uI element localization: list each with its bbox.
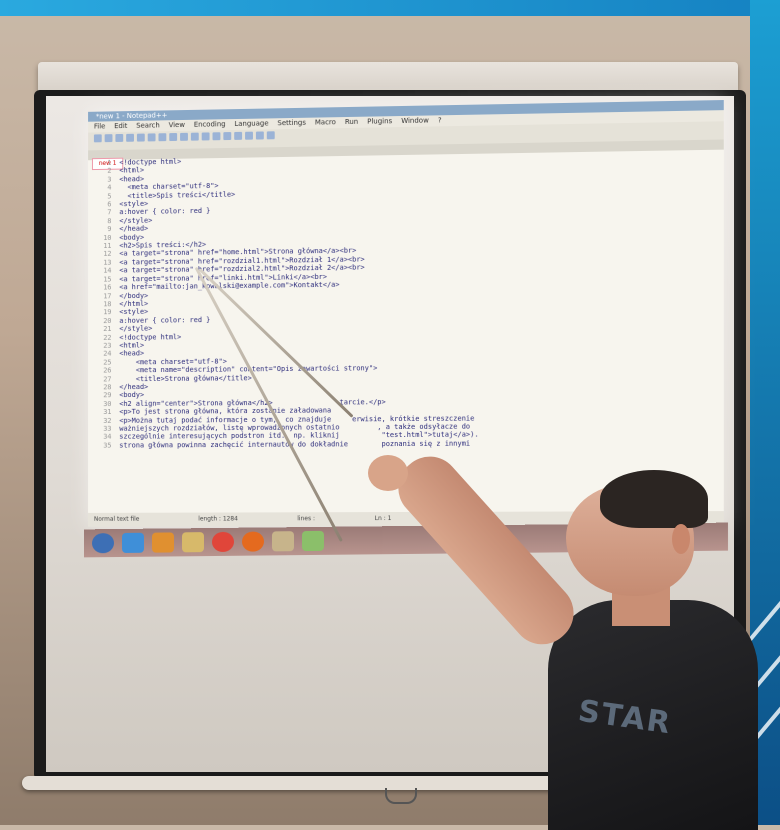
line-number: 19 <box>103 308 112 317</box>
code-text: <style> <box>119 308 149 317</box>
zoom-in-icon[interactable] <box>234 131 243 140</box>
menu-encoding[interactable]: Encoding <box>194 119 226 130</box>
line-number: 24 <box>103 350 112 359</box>
code-text: </body> <box>119 291 149 300</box>
menu-run[interactable]: Run <box>345 117 358 128</box>
open-file-icon[interactable] <box>104 134 113 143</box>
line-number: 25 <box>103 358 112 367</box>
find-icon[interactable] <box>212 132 221 141</box>
ie-icon[interactable] <box>122 532 144 553</box>
line-number: 26 <box>103 366 112 375</box>
menu-search[interactable]: Search <box>136 120 160 131</box>
code-text: <body> <box>119 233 145 242</box>
notepad-icon[interactable] <box>302 530 324 552</box>
code-text: strona główna powinna zachęcić internaut… <box>119 439 471 450</box>
menu-file[interactable]: File <box>94 121 105 132</box>
person-hand <box>368 455 408 491</box>
menu-settings[interactable]: Settings <box>277 118 305 129</box>
line-number: 32 <box>103 416 112 425</box>
line-number: 29 <box>103 391 112 400</box>
explorer-icon[interactable] <box>272 531 294 552</box>
code-text: </head> <box>119 382 149 392</box>
chrome-icon[interactable] <box>212 531 234 553</box>
line-number: 28 <box>103 383 112 392</box>
start-orb-icon[interactable] <box>92 533 114 554</box>
line-number: 34 <box>103 433 112 442</box>
line-number: 21 <box>103 325 112 334</box>
wall-top-border <box>0 0 780 16</box>
line-number: 23 <box>103 341 112 350</box>
menu-macro[interactable]: Macro <box>315 117 336 128</box>
menu-view[interactable]: View <box>169 120 185 131</box>
code-text: </style> <box>119 324 153 333</box>
save-icon[interactable] <box>115 133 124 142</box>
code-text: </html> <box>119 299 149 308</box>
screen-bottom-bar <box>22 776 562 790</box>
code-text: <title>Strona główna</title> <box>119 373 252 383</box>
replace-icon[interactable] <box>223 132 232 141</box>
status-cursor: Ln : 1 <box>374 515 392 523</box>
screen-pull-handle <box>385 788 417 804</box>
code-text: <title>Spis treści</title> <box>119 190 236 200</box>
line-number: 18 <box>103 300 112 309</box>
line-number: 31 <box>103 408 112 417</box>
code-text: <head> <box>119 349 145 358</box>
code-area[interactable]: 1 <!doctype html> 2 <html> 3 <head> 4 <meta ch… <box>88 149 724 509</box>
menu-plugins[interactable]: Plugins <box>367 116 392 127</box>
line-number: 33 <box>103 424 112 433</box>
code-text: a:hover { color: red } <box>119 207 211 217</box>
menu-window[interactable]: Window <box>401 116 429 128</box>
status-filetype: Normal text file <box>93 515 140 523</box>
firefox-icon[interactable] <box>242 531 264 552</box>
code-text: <!doctype html> <box>119 157 182 167</box>
cut-icon[interactable] <box>158 133 167 142</box>
media-player-icon[interactable] <box>152 532 174 553</box>
code-text: <!doctype html> <box>119 332 182 342</box>
line-number: 30 <box>103 399 112 408</box>
line-number: 22 <box>103 333 112 342</box>
code-text: a:hover { color: red } <box>119 315 211 325</box>
projected-notepad-window: *new 1 - Notepad++ File Edit Search View… <box>88 100 724 527</box>
save-all-icon[interactable] <box>126 133 134 142</box>
play-macro-icon[interactable] <box>266 131 275 140</box>
menu-language[interactable]: Language <box>234 118 268 130</box>
record-macro-icon[interactable] <box>255 131 264 140</box>
menu-edit[interactable]: Edit <box>114 121 127 132</box>
close-icon[interactable] <box>136 133 145 142</box>
copy-icon[interactable] <box>169 132 178 142</box>
print-icon[interactable] <box>147 133 156 142</box>
line-number: 20 <box>103 316 112 325</box>
code-text: <body> <box>119 391 145 400</box>
status-length: length : 1284 <box>198 515 238 523</box>
undo-icon[interactable] <box>190 132 199 141</box>
person-ear <box>672 524 690 554</box>
status-lines: lines : <box>297 515 315 523</box>
new-file-icon[interactable] <box>93 134 102 143</box>
line-number: 35 <box>103 441 112 450</box>
line-number: 27 <box>103 374 112 383</box>
paste-icon[interactable] <box>180 132 188 141</box>
menu-help[interactable]: ? <box>438 115 442 126</box>
redo-icon[interactable] <box>201 132 210 141</box>
code-text: <html> <box>119 341 145 350</box>
folder-icon[interactable] <box>182 532 204 553</box>
zoom-out-icon[interactable] <box>245 131 253 140</box>
person-hair <box>600 470 708 528</box>
